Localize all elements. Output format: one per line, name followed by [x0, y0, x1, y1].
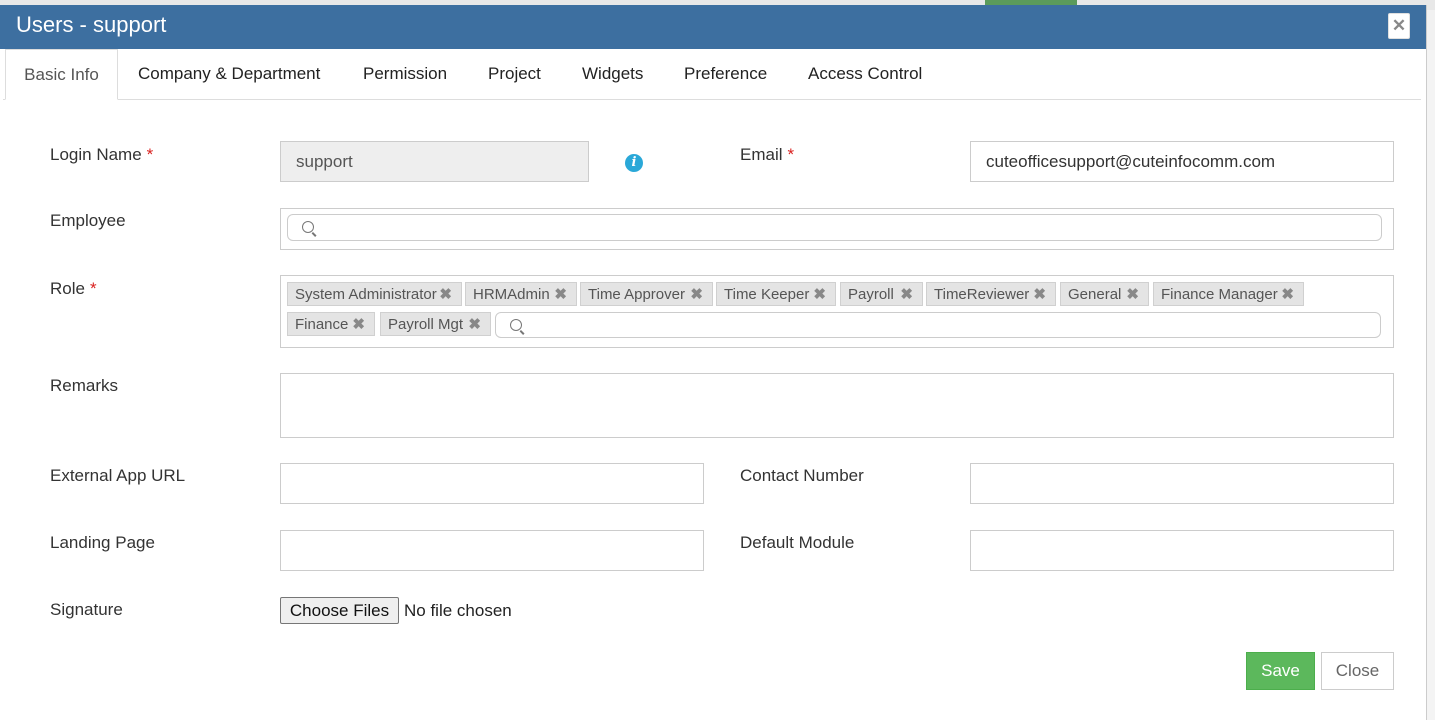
required-mark: * — [146, 145, 154, 164]
tab-widgets[interactable]: Widgets — [582, 49, 643, 99]
role-chip-label: Time Keeper — [724, 286, 810, 303]
role-chip: Time Keeper ✖ — [716, 282, 836, 306]
role-chip: TimeReviewer ✖ — [926, 282, 1056, 306]
role-chip: System Administrator ✖ — [287, 282, 462, 306]
role-chip: Time Approver ✖ — [580, 282, 713, 306]
role-chip-label: TimeReviewer — [934, 286, 1030, 303]
role-label: Role * — [50, 279, 97, 298]
remove-icon[interactable]: ✖ — [439, 283, 452, 307]
role-chip-label: Finance Manager — [1161, 286, 1278, 303]
landing-page-input[interactable] — [280, 530, 704, 571]
modal-header: Users - support ✕ — [0, 5, 1426, 49]
search-icon — [302, 221, 314, 233]
role-chip-label: HRMAdmin — [473, 286, 550, 303]
remarks-label: Remarks — [50, 376, 119, 395]
required-mark: * — [787, 145, 795, 164]
tab-access-control[interactable]: Access Control — [808, 49, 922, 99]
tab-basic-info[interactable]: Basic Info — [5, 49, 118, 100]
remove-icon[interactable]: ✖ — [554, 283, 567, 307]
role-chip: Finance Manager ✖ — [1153, 282, 1304, 306]
email-value: cuteofficesupport@cuteinfocomm.com — [986, 152, 1276, 171]
login-name-label: Login Name * — [50, 145, 154, 164]
remarks-textarea[interactable] — [280, 373, 1394, 438]
choose-files-button[interactable]: Choose Files — [280, 597, 399, 624]
remove-icon[interactable]: ✖ — [813, 283, 826, 307]
tab-bar: Basic Info Company & Department Permissi… — [3, 49, 1421, 100]
role-chip: Payroll ✖ — [840, 282, 923, 306]
remove-icon[interactable]: ✖ — [1126, 283, 1139, 307]
contact-number-input[interactable] — [970, 463, 1394, 504]
remove-icon[interactable]: ✖ — [900, 283, 913, 307]
contact-number-label: Contact Number — [740, 466, 864, 485]
tab-preference[interactable]: Preference — [684, 49, 767, 99]
role-chip-label: Finance — [295, 316, 349, 333]
modal-title: Users - support — [16, 12, 167, 37]
modal-close-icon[interactable]: ✕ — [1388, 13, 1410, 39]
login-name-field[interactable]: support — [280, 141, 589, 182]
signature-label: Signature — [50, 600, 123, 619]
tab-permission[interactable]: Permission — [363, 49, 447, 99]
role-search-input[interactable] — [495, 312, 1381, 338]
close-button[interactable]: Close — [1321, 652, 1394, 690]
remove-icon[interactable]: ✖ — [690, 283, 703, 307]
role-chip: General ✖ — [1060, 282, 1149, 306]
users-modal: Users - support ✕ — [0, 5, 1427, 720]
remove-icon[interactable]: ✖ — [468, 313, 481, 337]
role-chip: Finance ✖ — [287, 312, 375, 336]
background-page-edge — [1426, 50, 1435, 720]
default-module-label: Default Module — [740, 533, 855, 552]
email-label: Email * — [740, 145, 795, 164]
role-chip: Payroll Mgt ✖ — [380, 312, 491, 336]
tab-company-department[interactable]: Company & Department — [138, 49, 320, 99]
role-chip-label: System Administrator — [295, 286, 437, 303]
role-chip-label: General — [1068, 286, 1122, 303]
role-chip-label: Time Approver — [588, 286, 685, 303]
required-mark: * — [89, 279, 97, 298]
remove-icon[interactable]: ✖ — [352, 313, 365, 337]
external-app-url-input[interactable] — [280, 463, 704, 504]
external-app-url-label: External App URL — [50, 466, 186, 485]
default-module-input[interactable] — [970, 530, 1394, 571]
role-chip: HRMAdmin ✖ — [465, 282, 577, 306]
save-button[interactable]: Save — [1246, 652, 1315, 690]
role-chip-label: Payroll Mgt — [388, 316, 464, 333]
employee-select[interactable] — [280, 208, 1394, 250]
role-multiselect[interactable]: System Administrator ✖ HRMAdmin ✖ Time App… — [280, 275, 1394, 348]
remove-icon[interactable]: ✖ — [1281, 283, 1294, 307]
tab-project[interactable]: Project — [488, 49, 541, 99]
remove-icon[interactable]: ✖ — [1033, 283, 1046, 307]
employee-label: Employee — [50, 211, 126, 230]
search-icon — [510, 319, 522, 331]
role-chip-label: Payroll — [848, 286, 894, 303]
file-status: No file chosen — [404, 601, 512, 620]
email-field[interactable]: cuteofficesupport@cuteinfocomm.com — [970, 141, 1394, 182]
employee-search-input[interactable] — [287, 214, 1382, 241]
login-name-value: support — [296, 152, 353, 171]
landing-page-label: Landing Page — [50, 533, 155, 552]
info-icon[interactable]: i — [625, 154, 643, 172]
